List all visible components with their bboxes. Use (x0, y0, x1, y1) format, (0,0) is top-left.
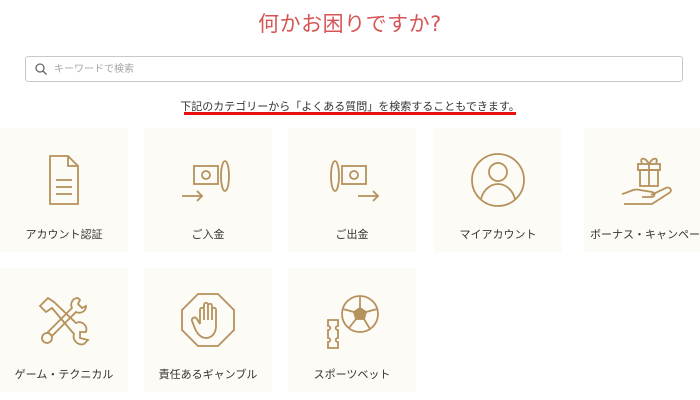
category-card-game-technical[interactable]: ゲーム・テクニカル (0, 268, 128, 392)
gift-hand-icon (621, 157, 672, 205)
search-icon (35, 63, 47, 75)
deposit-icon (182, 160, 230, 202)
category-label: マイアカウント (459, 228, 537, 241)
sports-ticket-icon (327, 295, 379, 349)
user-icon (471, 153, 525, 207)
category-card-deposit[interactable]: ご入金 (144, 128, 272, 252)
search-input[interactable] (54, 60, 654, 78)
withdrawal-icon (330, 160, 380, 202)
category-label: アカウント認証 (25, 228, 103, 241)
category-label: ボーナス・キャンペーン (590, 228, 700, 241)
page-title: 何かお困りですか? (258, 12, 442, 36)
search-bar[interactable] (25, 56, 683, 82)
category-card-bonus-campaign[interactable]: ボーナス・キャンペーン (584, 128, 700, 252)
tools-icon (38, 296, 90, 346)
stop-hand-icon (181, 293, 235, 347)
category-card-withdrawal[interactable]: ご出金 (288, 128, 416, 252)
category-label: ご入金 (191, 228, 225, 241)
category-label: ご出金 (335, 228, 369, 241)
hint-highlight-underline (184, 112, 516, 115)
category-label: スポーツベット (313, 368, 391, 381)
category-label: 責任あるギャンブル (158, 368, 258, 381)
category-label: ゲーム・テクニカル (14, 368, 114, 381)
category-card-responsible-gambling[interactable]: 責任あるギャンブル (144, 268, 272, 392)
category-card-my-account[interactable]: マイアカウント (434, 128, 562, 252)
category-card-account-verification[interactable]: アカウント認証 (0, 128, 128, 252)
document-icon (49, 155, 79, 205)
category-card-sports-bet[interactable]: スポーツベット (288, 268, 416, 392)
